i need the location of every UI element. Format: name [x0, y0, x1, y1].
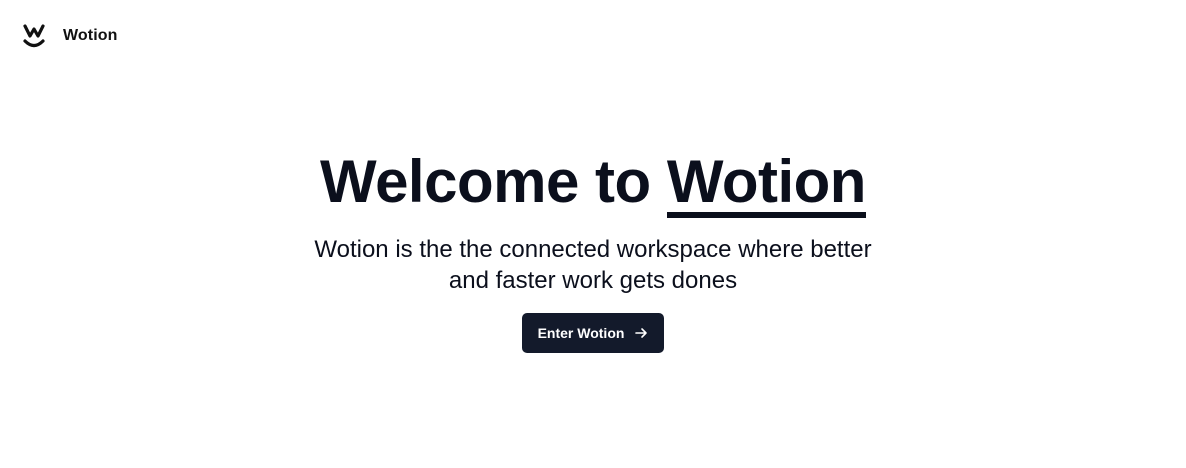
enter-button-label: Enter Wotion	[537, 325, 625, 341]
brand-name[interactable]: Wotion	[63, 27, 118, 45]
hero-title-brand: Wotion	[666, 152, 866, 218]
hero-title: Welcome to Wotion	[320, 146, 866, 218]
hero-section: Welcome to Wotion Wotion is the the conn…	[0, 146, 1186, 353]
enter-wotion-button[interactable]: Enter Wotion	[521, 313, 665, 353]
landing-page: Wotion Welcome to Wotion Wotion is the t…	[0, 0, 1186, 468]
arrow-right-icon	[635, 328, 648, 338]
logo-icon[interactable]	[23, 22, 51, 50]
top-navbar: Wotion	[23, 22, 118, 50]
hero-subtitle: Wotion is the the connected workspace wh…	[314, 236, 872, 294]
hero-title-prefix: Welcome to	[320, 148, 651, 215]
